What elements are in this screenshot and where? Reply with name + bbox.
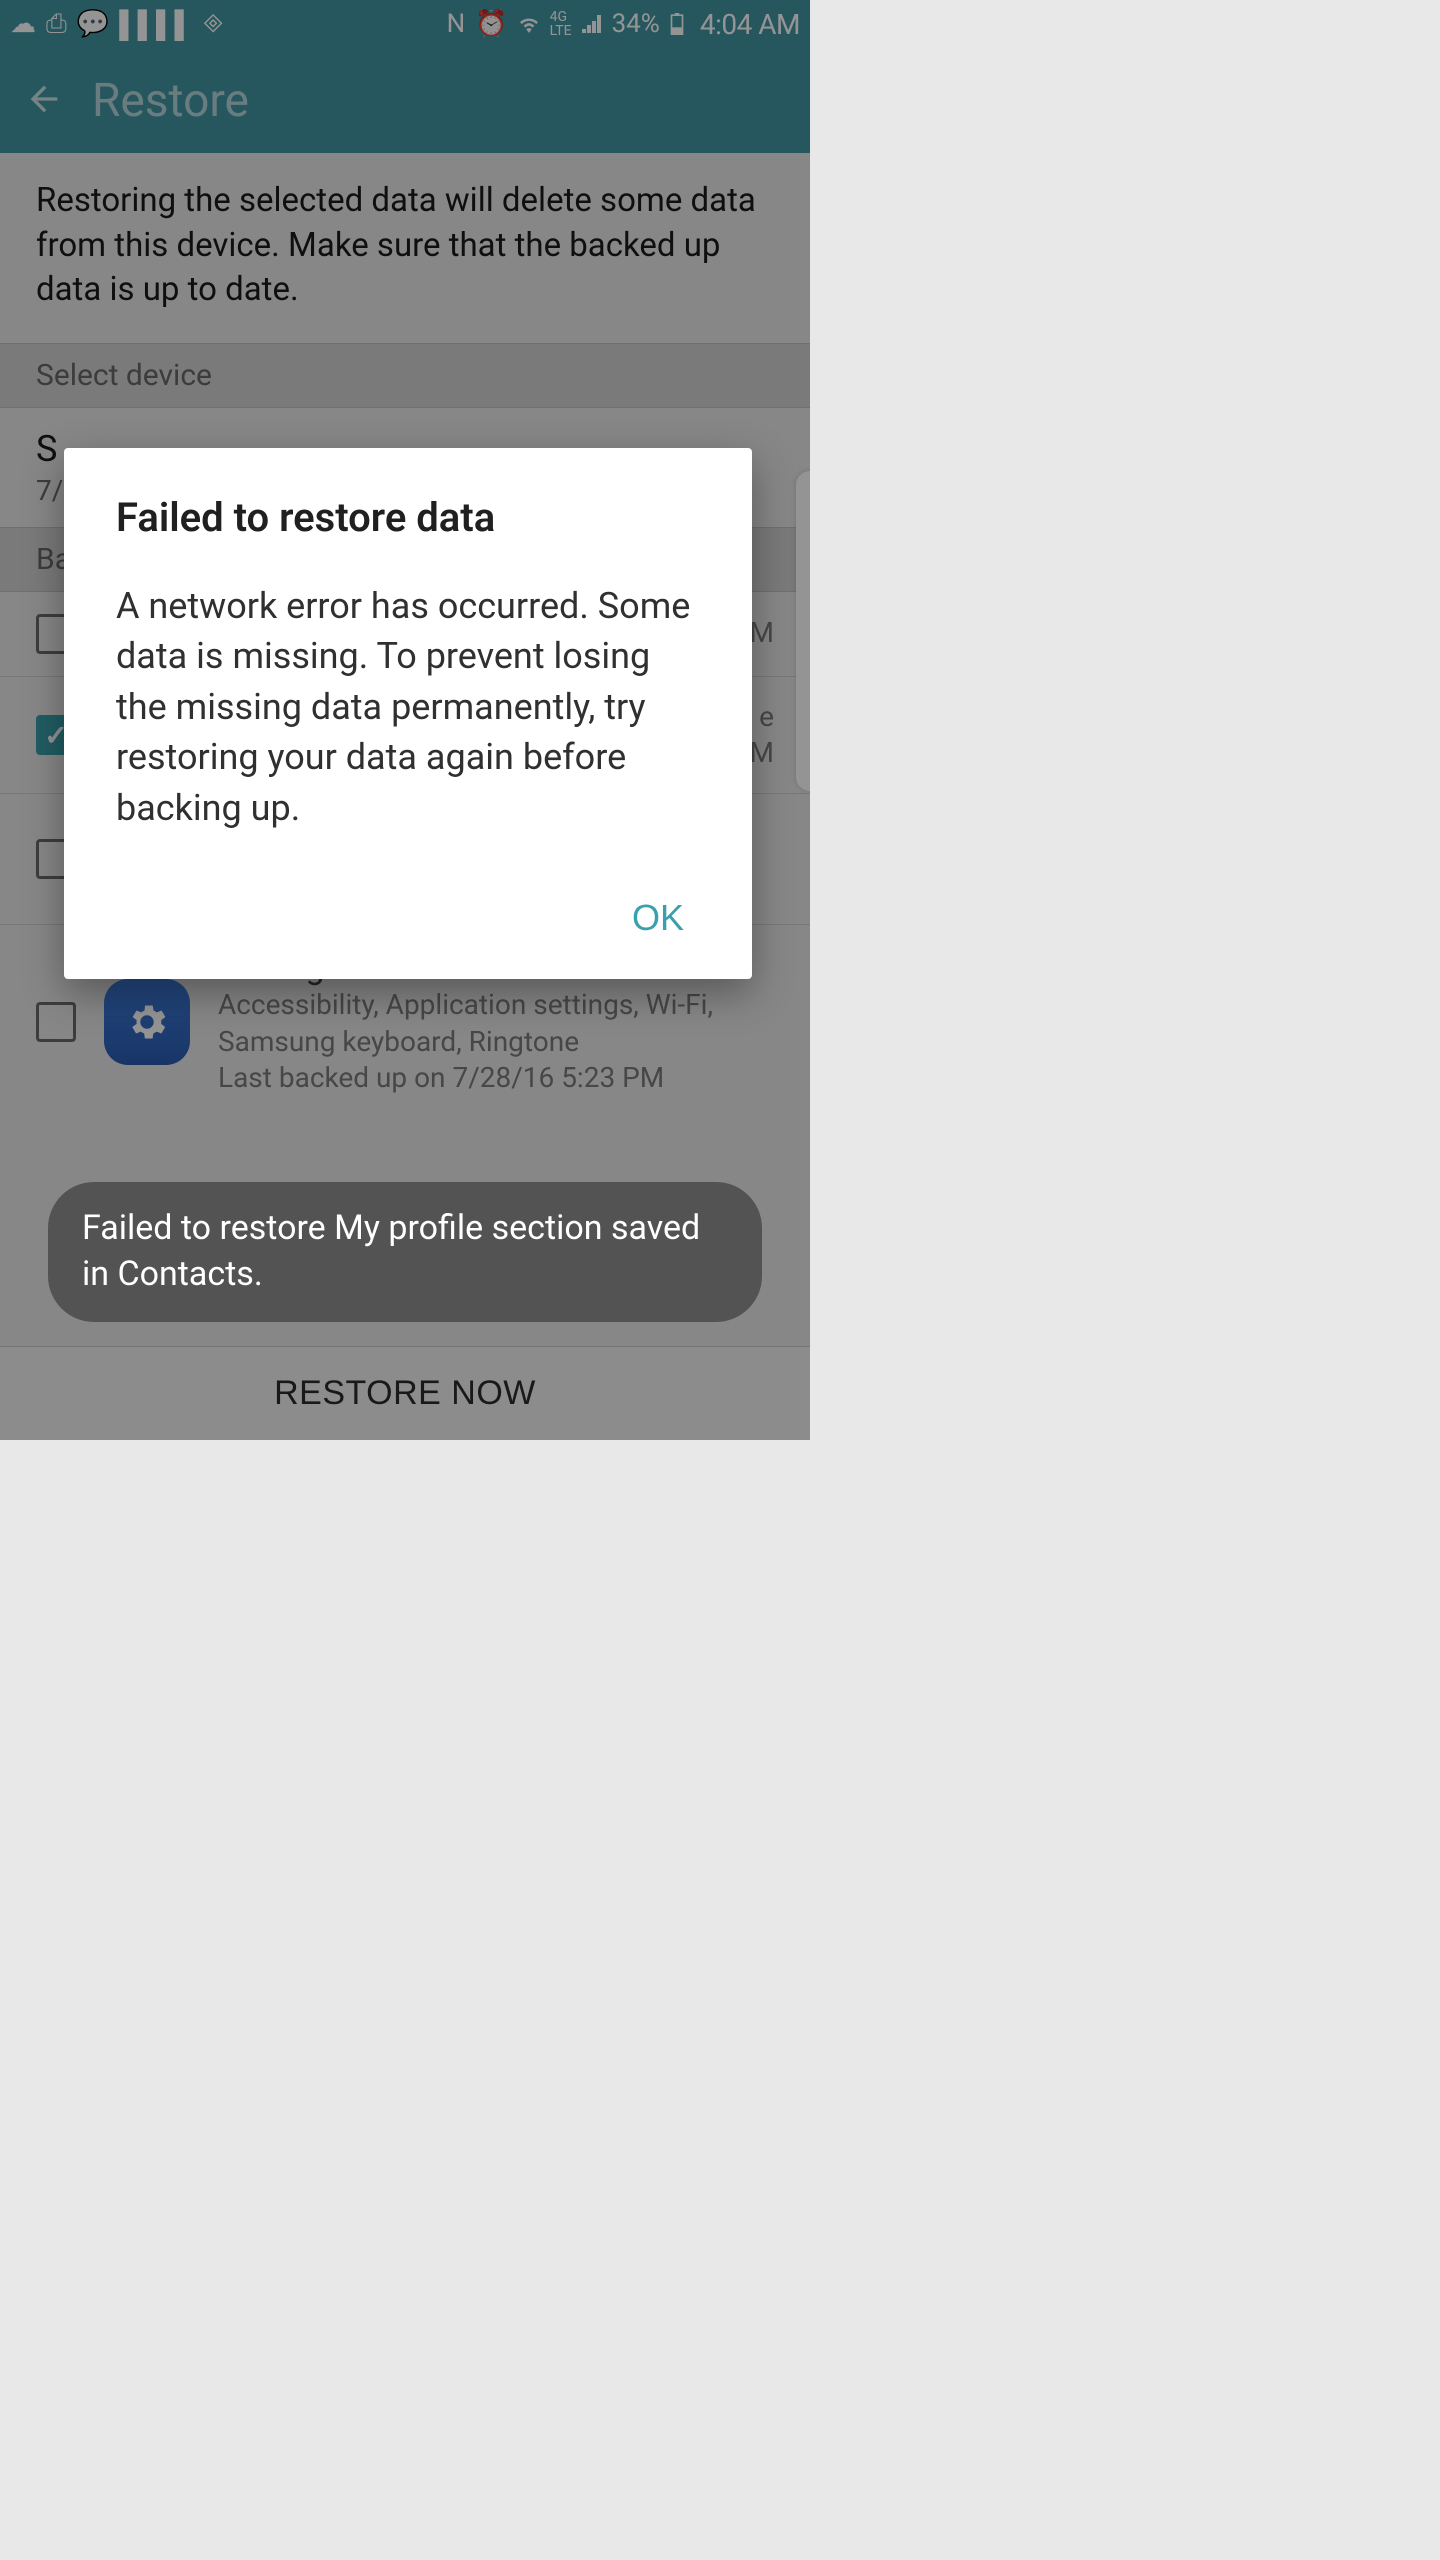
toast-message: Failed to restore My profile section sav…: [48, 1182, 762, 1322]
error-dialog: Failed to restore data A network error h…: [64, 448, 752, 979]
dialog-title: Failed to restore data: [116, 494, 700, 541]
dialog-body: A network error has occurred. Some data …: [116, 581, 700, 833]
dialog-ok-button[interactable]: OK: [616, 887, 700, 949]
